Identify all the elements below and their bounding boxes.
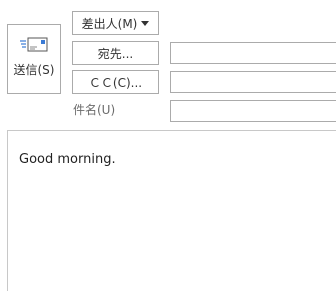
from-button-label: 差出人(M) — [81, 16, 138, 31]
from-dropdown-button[interactable]: 差出人(M) — [72, 11, 159, 35]
message-body-text: Good morning. — [19, 152, 116, 167]
dropdown-caret-icon — [141, 21, 150, 26]
mail-compose-window: 送信(S) 差出人(M) 宛先... ＣＣ(C)... 件名(U) Good m… — [0, 0, 336, 291]
to-button[interactable]: 宛先... — [72, 41, 159, 65]
cc-button-label: ＣＣ(C)... — [88, 75, 143, 90]
send-envelope-icon — [20, 37, 48, 52]
to-field[interactable] — [170, 42, 336, 64]
cc-field[interactable] — [170, 71, 336, 93]
message-body-editor[interactable]: Good morning. — [7, 130, 336, 291]
subject-label: 件名(U) — [73, 103, 116, 117]
send-button[interactable]: 送信(S) — [7, 24, 61, 94]
subject-field[interactable] — [170, 100, 336, 122]
send-button-label: 送信(S) — [13, 63, 55, 77]
cc-button[interactable]: ＣＣ(C)... — [72, 70, 159, 94]
to-button-label: 宛先... — [97, 46, 134, 61]
